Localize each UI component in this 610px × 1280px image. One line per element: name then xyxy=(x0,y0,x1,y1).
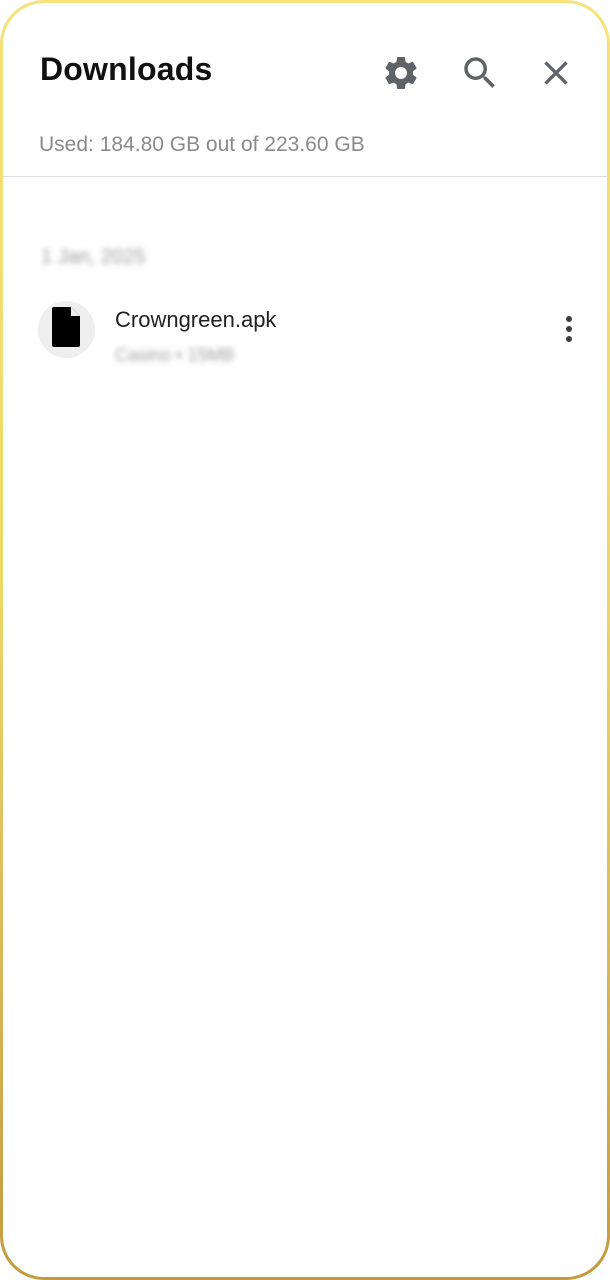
gear-icon xyxy=(381,53,421,93)
storage-usage-text: Used: 184.80 GB out of 223.60 GB xyxy=(39,133,365,156)
header: Downloads Used: 184.80 GB out of 223.60 … xyxy=(3,3,607,177)
device-frame: Downloads Used: 184.80 GB out of 223.60 … xyxy=(0,0,610,1280)
file-icon xyxy=(51,307,82,352)
close-button[interactable] xyxy=(532,49,580,97)
file-name: Crowngreen.apk xyxy=(115,307,277,332)
close-icon xyxy=(536,53,576,93)
page-title: Downloads xyxy=(40,51,213,87)
file-thumbnail xyxy=(38,301,95,358)
more-vert-icon xyxy=(564,314,574,349)
file-meta: Casino • 15MB xyxy=(115,345,235,365)
date-group-header: 1 Jan, 2025 xyxy=(41,246,146,268)
search-button[interactable] xyxy=(456,49,504,97)
settings-button[interactable] xyxy=(377,49,425,97)
download-list-item[interactable]: Crowngreen.apk Casino • 15MB xyxy=(3,293,607,375)
search-icon xyxy=(459,52,501,94)
downloads-screen: Downloads Used: 184.80 GB out of 223.60 … xyxy=(3,3,607,1277)
more-options-button[interactable] xyxy=(551,311,587,351)
